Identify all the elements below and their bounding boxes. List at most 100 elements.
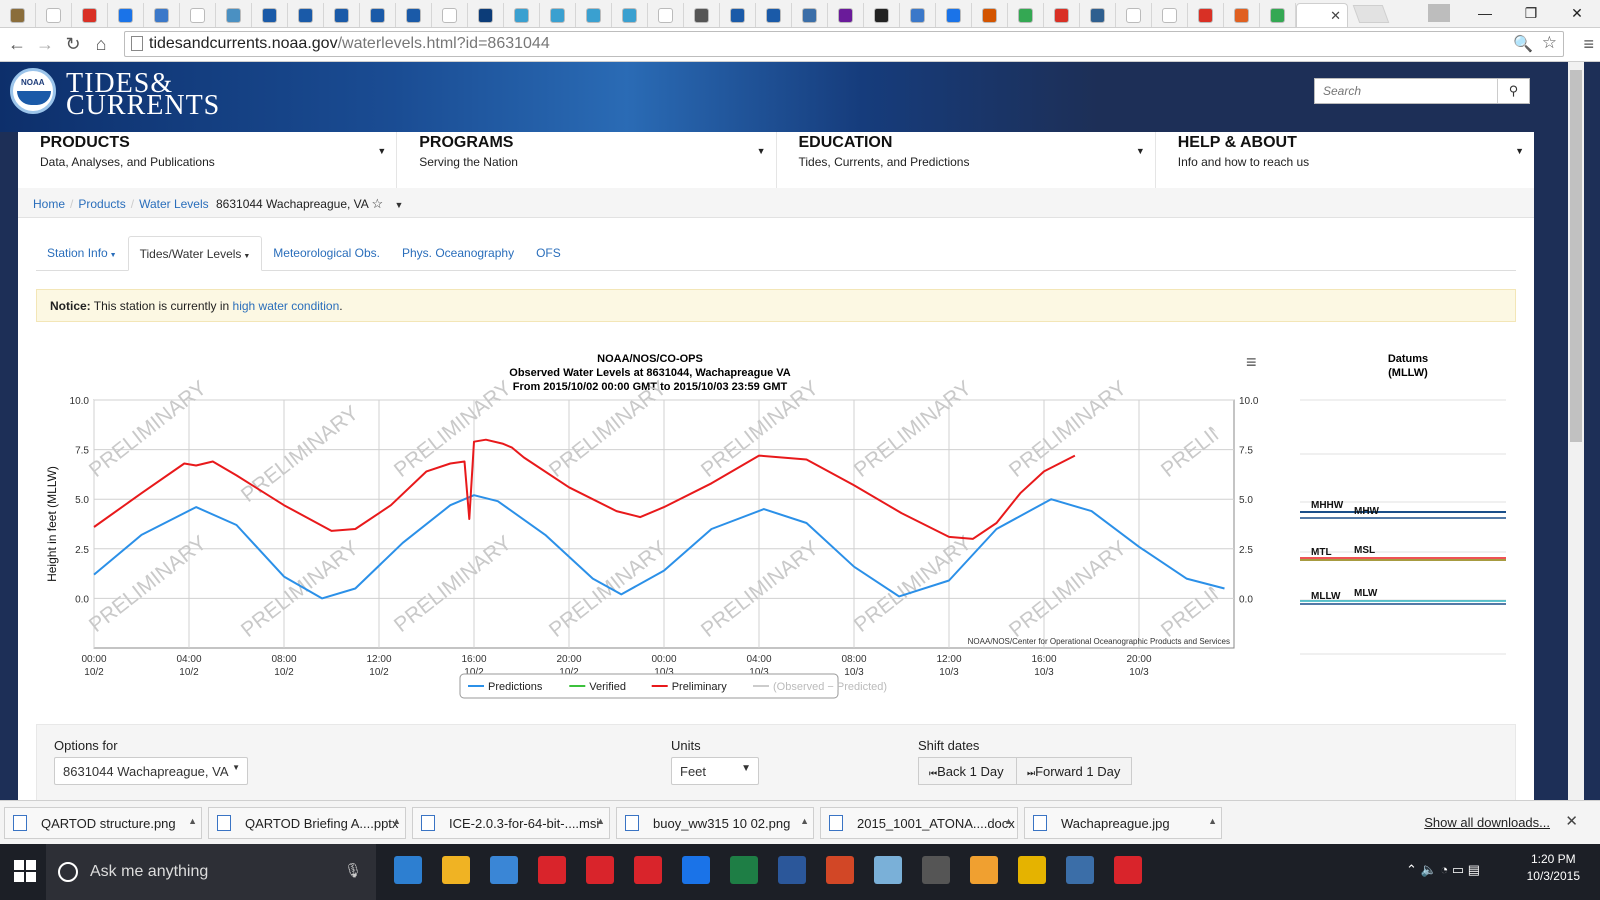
taskbar-app-icon[interactable] [1066,856,1094,884]
station-select[interactable]: 8631044 Wachapreague, VA ▼ [54,757,248,785]
legend-item[interactable]: Verified [589,681,626,693]
browser-tab[interactable] [1224,3,1260,27]
download-item[interactable]: ICE-2.0.3-for-64-bit-....msi ▲ [412,807,610,839]
tab-ofs[interactable]: OFS [525,236,572,270]
browser-tab[interactable] [972,3,1008,27]
browser-tab[interactable] [1152,3,1188,27]
search-input[interactable] [1315,79,1497,103]
close-window-button[interactable]: ✕ [1554,0,1600,28]
browser-tab[interactable] [684,3,720,27]
taskbar-app-icon[interactable] [826,856,854,884]
forward-1-day-button[interactable]: ⏭Forward 1 Day [1016,757,1132,785]
browser-tab[interactable] [252,3,288,27]
download-item[interactable]: buoy_ww315 10 02.png ▲ [616,807,814,839]
browser-tab[interactable] [1008,3,1044,27]
search-icon[interactable]: ⚲ [1497,79,1529,103]
browser-tab[interactable] [828,3,864,27]
download-menu-icon[interactable]: ▲ [1208,816,1217,826]
site-title-currents[interactable]: CURRENTS [66,90,220,122]
taskbar-app-icon[interactable] [970,856,998,884]
browser-tab[interactable] [1188,3,1224,27]
clock-time[interactable]: 1:20 PM [1527,852,1580,866]
browser-tab[interactable] [0,3,36,27]
taskbar-app-icon[interactable] [538,856,566,884]
microphone-icon[interactable]: 🎙 [344,862,362,879]
tab-tides-water-levels[interactable]: Tides/Water Levels ▼ [127,236,263,271]
browser-tab[interactable] [324,3,360,27]
units-select[interactable]: Feet ▼ [671,757,759,785]
taskbar-app-icon[interactable] [442,856,470,884]
zoom-icon[interactable]: 🔍 [1513,34,1533,54]
browser-tab[interactable] [216,3,252,27]
browser-tab[interactable] [936,3,972,27]
minimize-button[interactable]: — [1462,0,1508,28]
download-menu-icon[interactable]: ▲ [596,816,605,826]
browser-tab[interactable] [432,3,468,27]
tab-meteorological-obs[interactable]: Meteorological Obs. [262,236,391,270]
taskbar-app-icon[interactable] [922,856,950,884]
download-menu-icon[interactable]: ▲ [392,816,401,826]
close-tab-icon[interactable]: ✕ [1330,8,1341,24]
scrollbar-thumb[interactable] [1570,70,1582,442]
legend-item[interactable]: Predictions [488,681,543,693]
download-item[interactable]: QARTOD Briefing A....pptx ▲ [208,807,406,839]
nav-programs[interactable]: PROGRAMS Serving the Nation ▼ [397,132,777,188]
download-item[interactable]: Wachapreague.jpg ▲ [1024,807,1222,839]
close-downloads-icon[interactable]: ✕ [1565,812,1578,830]
taskbar-app-icon[interactable] [490,856,518,884]
browser-tab[interactable] [1080,3,1116,27]
taskbar-app-icon[interactable] [394,856,422,884]
bookmark-star-icon[interactable]: ☆ [1542,33,1557,53]
browser-tab[interactable] [864,3,900,27]
forward-arrow-icon[interactable]: → [34,34,56,55]
browser-tab[interactable] [540,3,576,27]
browser-tab[interactable] [1044,3,1080,27]
browser-tab[interactable] [108,3,144,27]
address-bar[interactable]: tidesandcurrents.noaa.gov/waterlevels.ht… [124,31,1564,57]
browser-tab[interactable] [36,3,72,27]
taskbar-app-icon[interactable] [1114,856,1142,884]
browser-tab[interactable] [288,3,324,27]
browser-tab[interactable] [396,3,432,27]
download-menu-icon[interactable]: ▲ [1004,816,1013,826]
browser-tab[interactable] [360,3,396,27]
nav-help-about[interactable]: HELP & ABOUT Info and how to reach us ▼ [1156,132,1534,188]
tab-station-info[interactable]: Station Info ▼ [36,236,128,270]
chrome-menu-icon[interactable]: ≡ [1583,34,1594,55]
download-item[interactable]: QARTOD structure.png ▲ [4,807,202,839]
browser-tab[interactable] [900,3,936,27]
browser-tab[interactable] [756,3,792,27]
browser-tab[interactable] [576,3,612,27]
noaa-logo[interactable]: NOAA [10,68,56,114]
back-1-day-button[interactable]: ⏮Back 1 Day [918,757,1017,785]
back-arrow-icon[interactable]: ← [6,34,28,55]
download-menu-icon[interactable]: ▲ [800,816,809,826]
breadcrumb-home[interactable]: Home [33,197,65,211]
browser-tab[interactable] [1260,3,1296,27]
clock-date[interactable]: 10/3/2015 [1527,869,1580,883]
breadcrumb-water-levels[interactable]: Water Levels [139,197,209,211]
browser-tab[interactable] [792,3,828,27]
taskbar-app-icon[interactable] [778,856,806,884]
tray-icons[interactable]: ⌃ 🔈 ◔ ▭ ▤ [1406,862,1480,878]
chart-menu-icon[interactable]: ≡ [1246,352,1257,372]
browser-tab[interactable] [1116,3,1152,27]
taskbar-app-icon[interactable] [682,856,710,884]
browser-tab[interactable] [468,3,504,27]
user-profile-icon[interactable] [1428,4,1450,22]
download-item[interactable]: 2015_1001_ATONA....docx ▲ [820,807,1018,839]
taskbar-app-icon[interactable] [1018,856,1046,884]
new-tab-button[interactable] [1352,5,1390,23]
taskbar-app-icon[interactable] [730,856,758,884]
browser-tab[interactable] [180,3,216,27]
windows-start-icon[interactable] [14,860,36,882]
browser-tab[interactable] [612,3,648,27]
reload-icon[interactable]: ↻ [62,34,84,55]
browser-tab[interactable] [144,3,180,27]
taskbar-app-icon[interactable] [634,856,662,884]
favorite-star-icon[interactable]: ☆ [371,196,383,211]
browser-tab[interactable] [72,3,108,27]
taskbar-app-icon[interactable] [586,856,614,884]
nav-education[interactable]: EDUCATION Tides, Currents, and Prediction… [777,132,1156,188]
station-dropdown-icon[interactable]: ▼ [394,200,403,210]
